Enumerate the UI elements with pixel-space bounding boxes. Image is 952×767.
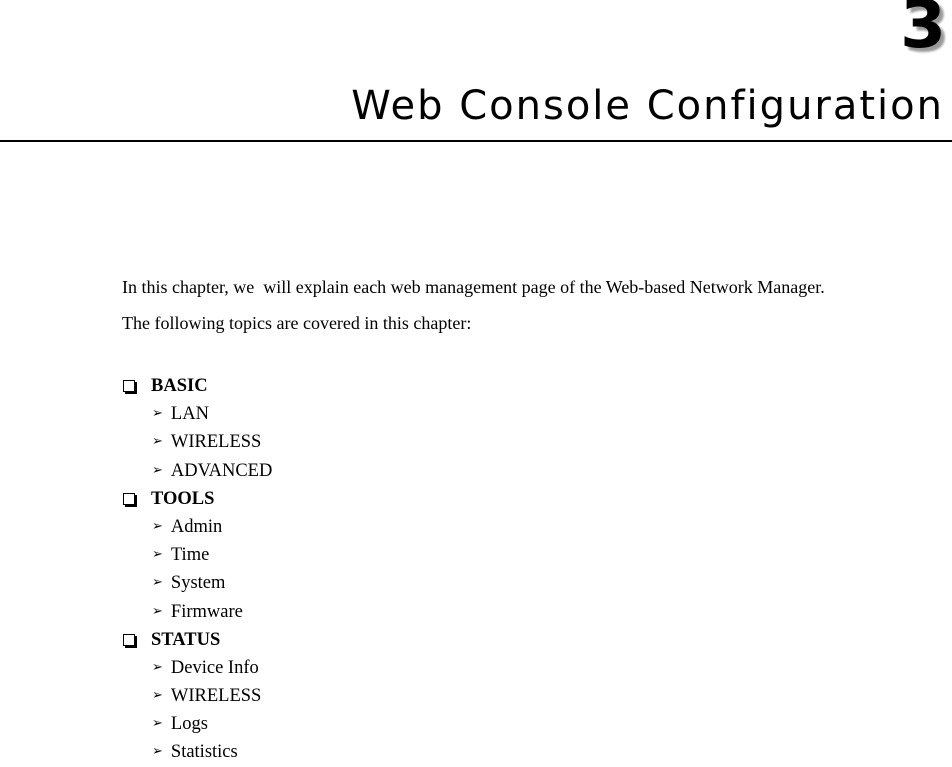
list-item: ➢ WIRELESS	[122, 428, 272, 456]
section-status: STATUS	[122, 626, 272, 654]
list-item: ➢ Device Info	[122, 654, 272, 682]
list-item: ➢ Logs	[122, 710, 272, 738]
list-item-label: Admin	[170, 516, 223, 537]
arrowhead-icon: ➢	[152, 575, 163, 591]
intro-line-1: In this chapter, we will explain each we…	[122, 277, 825, 297]
arrowhead-icon: ➢	[152, 547, 163, 563]
list-item-label: Firmware	[170, 601, 243, 622]
topics-list: BASIC ➢ LAN ➢ WIRELESS ➢ ADVANCED TOOLS ➢ Ad…	[122, 372, 272, 767]
chapter-title: Web Console Configuration	[351, 83, 944, 129]
section-tools: TOOLS	[122, 485, 272, 513]
list-item: ➢ Time	[122, 541, 272, 569]
list-item-label: Device Info	[170, 657, 259, 678]
list-item-label: Statistics	[170, 742, 238, 763]
arrowhead-icon: ➢	[152, 603, 163, 619]
checkbox-square-icon	[123, 380, 135, 393]
list-item-label: LAN	[170, 404, 209, 425]
arrowhead-icon: ➢	[152, 462, 163, 478]
list-item-label: ADVANCED	[170, 460, 273, 481]
arrowhead-icon: ➢	[152, 716, 163, 732]
title-divider	[0, 140, 952, 142]
list-item: ➢ WIRELESS	[122, 682, 272, 710]
list-item-label: WIRELESS	[170, 686, 262, 707]
list-item: ➢ Statistics	[122, 738, 272, 766]
section-basic: BASIC	[122, 372, 272, 400]
section-label: STATUS	[151, 629, 221, 650]
checkbox-square-icon	[123, 633, 135, 646]
list-item: ➢ System	[122, 569, 272, 597]
section-label: TOOLS	[151, 488, 215, 509]
arrowhead-icon: ➢	[152, 688, 163, 704]
list-item: ➢ Admin	[122, 513, 272, 541]
arrowhead-icon: ➢	[152, 434, 163, 450]
arrowhead-icon: ➢	[152, 659, 163, 675]
list-item-label: WIRELESS	[170, 432, 262, 453]
arrowhead-icon: ➢	[152, 744, 163, 760]
list-item-label: Logs	[170, 714, 208, 735]
list-item-label: System	[170, 573, 226, 594]
intro-text: In this chapter, we will explain each we…	[122, 269, 825, 341]
intro-line-2: The following topics are covered in this…	[122, 313, 472, 333]
chapter-number: 3	[900, 0, 946, 63]
arrowhead-icon: ➢	[152, 406, 163, 422]
list-item-label: Time	[170, 545, 210, 566]
checkbox-square-icon	[123, 492, 135, 505]
list-item: ➢ Firmware	[122, 598, 272, 626]
list-item: ➢ ADVANCED	[122, 457, 272, 485]
arrowhead-icon: ➢	[152, 518, 163, 534]
section-label: BASIC	[151, 376, 208, 396]
list-item: ➢ LAN	[122, 400, 272, 428]
